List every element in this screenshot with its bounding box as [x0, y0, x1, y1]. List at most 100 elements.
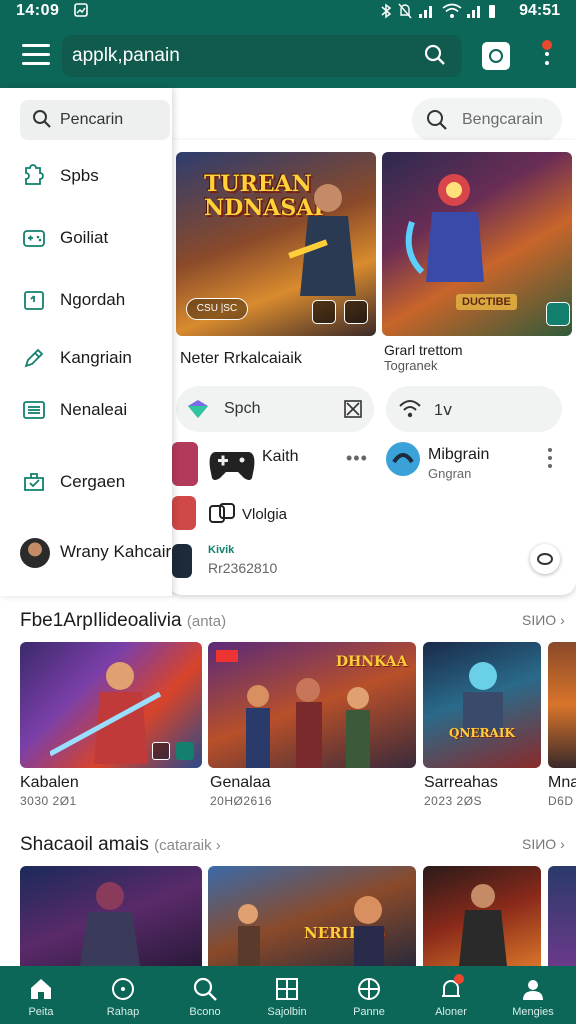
nav-item-aloner[interactable]: Aloner: [410, 966, 492, 1024]
nav-label: Bcono: [189, 1006, 221, 1018]
game-tile[interactable]: [20, 642, 202, 768]
chip-label: Spch: [224, 400, 261, 417]
label-tag: [216, 650, 238, 662]
drawer-item-kangriain[interactable]: Kangriain: [0, 336, 172, 380]
see-more-link[interactable]: SIИO ›: [522, 836, 565, 852]
section-title-muted: (anta): [186, 613, 227, 630]
game-tile[interactable]: NERIBUS: [208, 866, 416, 966]
tile-logo: DHNKAA: [336, 654, 408, 670]
section-title-2: Shacaoil amais (cataraik ›: [20, 834, 221, 856]
drawer-item-goiliat[interactable]: Goiliat: [0, 216, 172, 260]
camera-icon[interactable]: [482, 42, 510, 70]
more-options-icon[interactable]: [540, 40, 554, 72]
drawer-item-profile[interactable]: Wrany Kahcair: [0, 530, 172, 574]
top-search-input[interactable]: [72, 35, 412, 77]
drawer-item-cergaen[interactable]: Cergaen: [0, 460, 172, 504]
nav-item-home[interactable]: Peita: [0, 966, 82, 1024]
gamepad-icon: [22, 226, 46, 250]
drawer-item-label: Spbs: [60, 166, 99, 185]
drawer-search-placeholder: Pencarin: [60, 111, 124, 128]
featured-badge: CSU |SC: [186, 298, 248, 320]
team-illustration: [246, 678, 370, 768]
section-title-text: Fbe1ArpIlideoalivia: [20, 610, 182, 631]
nav-label: Aloner: [435, 1006, 467, 1018]
tile-title: Kabalen: [20, 774, 79, 791]
nav-label: Panne: [353, 1006, 385, 1018]
app-row-title-4[interactable]: Kivik: [208, 544, 234, 556]
app-thumb-partial-2: [172, 496, 196, 530]
nav-item-bcono[interactable]: Bcono: [164, 966, 246, 1024]
app-row-sub-2: Gngran: [428, 466, 472, 481]
search-icon: [192, 976, 218, 1002]
heroes-illustration: [238, 896, 384, 966]
app-avatar-icon: [386, 442, 420, 476]
share-icon[interactable]: [344, 300, 368, 324]
chip-filter[interactable]: Spch: [176, 386, 374, 432]
close-icon[interactable]: [344, 400, 362, 418]
knight-illustration: [80, 882, 140, 966]
top-app-bar: [0, 24, 576, 88]
drawer-item-label: Cergaen: [60, 472, 126, 491]
app-row-title-3[interactable]: Vlolgia: [242, 506, 287, 523]
nav-item-panne[interactable]: Panne: [328, 966, 410, 1024]
secondary-search-bar[interactable]: Bengcarain: [412, 98, 562, 142]
more-vertical-icon[interactable]: [548, 448, 552, 472]
bookmark-icon[interactable]: [152, 742, 170, 760]
drawer-item-label: Wrany Kahcair: [60, 542, 172, 561]
list-icon: [22, 398, 46, 422]
nav-label: Peita: [28, 1006, 54, 1018]
gallery-icon: [74, 3, 88, 20]
game-tile[interactable]: DHNKAA: [208, 642, 416, 768]
search-icon[interactable]: [424, 44, 446, 71]
tile-sub: 2023 2ØS: [424, 794, 483, 808]
drawer-item-nenaleai[interactable]: Nenaleai: [0, 388, 172, 432]
gamepad-icon: [209, 452, 255, 480]
tile-sub: 20HØ2616: [210, 794, 273, 808]
app-thumb-partial: [172, 442, 198, 486]
tile-title: Genalaa: [210, 774, 271, 791]
see-more-link[interactable]: SIИO ›: [522, 612, 565, 628]
warrior-illustration: [459, 884, 507, 966]
featured-game-card-2[interactable]: DUCTIBE: [382, 152, 572, 336]
game-tile[interactable]: [20, 866, 202, 966]
drawer-search-bar[interactable]: Pencarin: [20, 100, 170, 140]
share-icon[interactable]: [176, 742, 194, 760]
chip-wifi[interactable]: 1ⅴ: [386, 386, 562, 432]
featured-caption-2: Grarl trettom: [384, 342, 463, 358]
wifi-icon: [442, 3, 462, 22]
drawer-item-spbs[interactable]: Spbs: [0, 154, 172, 198]
nav-item-sajolbin[interactable]: Sajolbin: [246, 966, 328, 1024]
bluetooth-icon: [380, 3, 392, 22]
game-tile[interactable]: [423, 866, 541, 966]
chat-bubble-icon[interactable]: [530, 544, 560, 574]
bookmark-icon[interactable]: [312, 300, 336, 324]
tile-sub: D6D: [548, 794, 574, 808]
drawer-item-label: Nenaleai: [60, 400, 128, 419]
featured-game-card[interactable]: TUREAN NDNASAI CSU |SC: [176, 152, 376, 336]
status-time: 14:09: [16, 2, 60, 19]
game-tile[interactable]: [548, 642, 576, 768]
drawer-item-ngordah[interactable]: Ngordah: [0, 278, 172, 322]
app-row-title[interactable]: Kaith: [262, 448, 298, 466]
more-horizontal-icon[interactable]: •••: [346, 448, 368, 469]
gem-icon: [188, 400, 208, 418]
bottom-navigation: Peita Rahap Bcono Sajolbin Panne Aloner …: [0, 966, 576, 1024]
signal-icon-2: [466, 3, 484, 22]
puzzle-icon: [22, 164, 46, 188]
game-tile[interactable]: [548, 866, 576, 966]
section-title-muted[interactable]: (cataraik ›: [154, 837, 221, 854]
share-icon[interactable]: [546, 302, 570, 326]
nav-item-rahap[interactable]: Rahap: [82, 966, 164, 1024]
game-tile[interactable]: QNERAIK: [423, 642, 541, 768]
status-bar: 14:09 94:51: [0, 0, 576, 24]
app-row-sub-4: Rr2362810: [208, 560, 278, 576]
app-row-title-2[interactable]: Mibgrain: [428, 446, 489, 464]
tile-logo: QNERAIK: [449, 726, 515, 740]
profile-icon: [520, 976, 546, 1002]
menu-icon[interactable]: [22, 44, 50, 66]
navigation-drawer: Pencarin Spbs Goiliat Ngordah Kangriain …: [0, 88, 172, 596]
inbox-icon: [22, 470, 46, 494]
calendar-icon: [22, 288, 46, 312]
nav-item-mengies[interactable]: Mengies: [492, 966, 574, 1024]
top-search-bar[interactable]: [62, 35, 462, 77]
